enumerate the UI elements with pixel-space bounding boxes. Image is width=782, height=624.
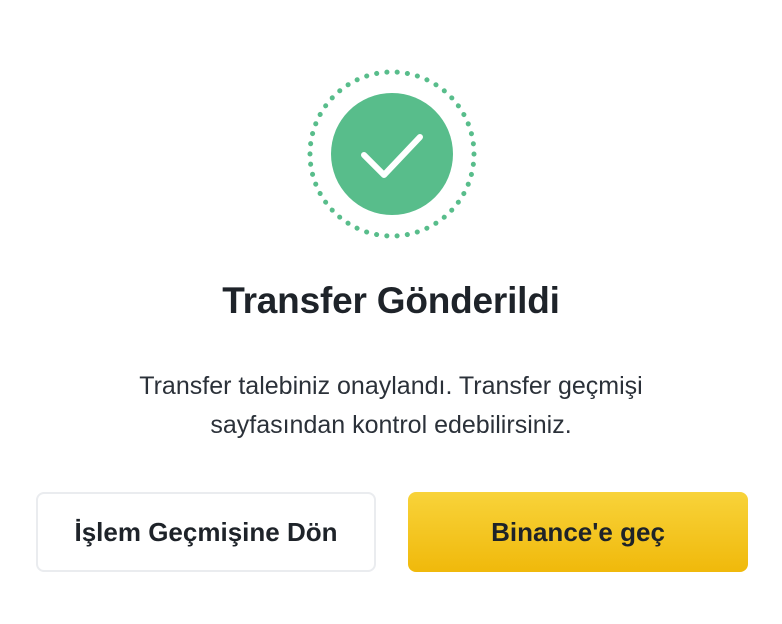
- success-circle: [331, 93, 453, 215]
- message-line-2: sayfasından kontrol edebilirsiniz.: [210, 411, 572, 439]
- go-to-binance-label: Binance'e geç: [491, 516, 665, 547]
- page-title: Transfer Gönderildi: [222, 280, 560, 321]
- go-to-binance-button[interactable]: Binance'e geç: [408, 492, 748, 572]
- check-circle-icon: [307, 69, 477, 239]
- back-to-history-button[interactable]: İşlem Geçmişine Dön: [36, 492, 376, 572]
- message-line-1: Transfer talebiniz onaylandı. Transfer g…: [139, 372, 643, 400]
- success-message: Transfer talebiniz onaylandı. Transfer g…: [91, 367, 691, 445]
- success-check-icon: [307, 69, 477, 239]
- back-to-history-label: İşlem Geçmişine Dön: [74, 516, 338, 547]
